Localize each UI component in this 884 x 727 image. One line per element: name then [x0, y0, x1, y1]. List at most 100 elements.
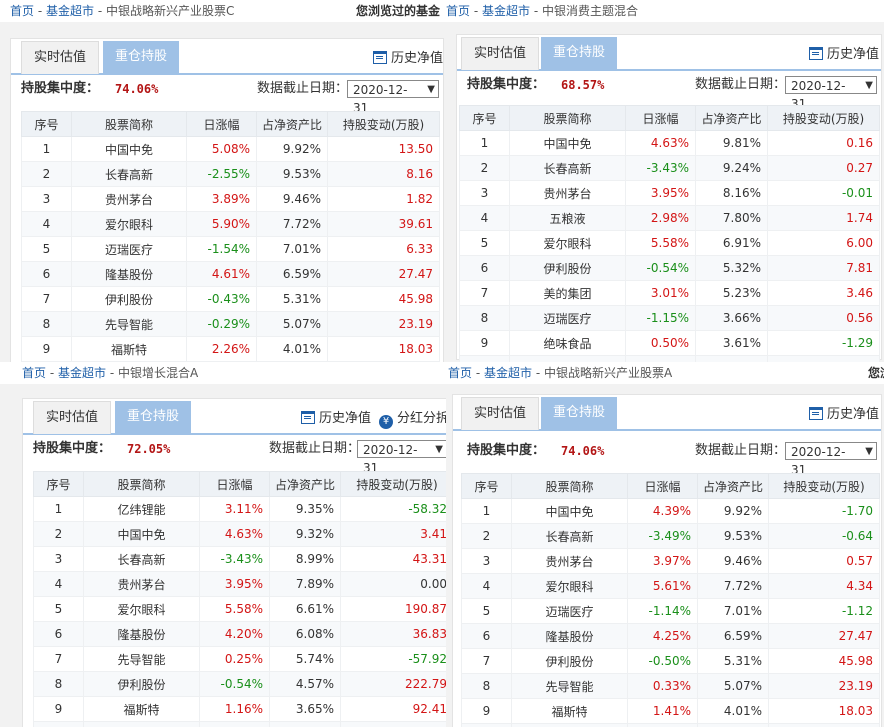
- stock-name-link[interactable]: 长春高新: [71, 161, 187, 187]
- date-select[interactable]: 2020-12-31 ▼: [785, 442, 877, 477]
- holding-change: 3.46: [767, 280, 880, 306]
- stock-name-link[interactable]: 伊利股份: [509, 255, 626, 281]
- stock-name-link[interactable]: 先导智能: [511, 673, 628, 699]
- stock-name-link[interactable]: 爱尔眼科: [83, 596, 200, 622]
- stock-name-link[interactable]: 隆基股份: [511, 623, 628, 649]
- stock-name-link[interactable]: 贵州茅台: [509, 180, 626, 206]
- calendar-icon: [809, 47, 823, 60]
- col-change-header: 持股变动(万股): [768, 473, 880, 499]
- tab-holdings[interactable]: 重仓持股: [115, 401, 192, 433]
- history-nav-link[interactable]: 历史净值: [809, 403, 879, 422]
- net-asset-ratio: 4.01%: [256, 336, 328, 362]
- holding-change: 27.47: [768, 623, 880, 649]
- history-nav-link[interactable]: 历史净值: [301, 407, 371, 426]
- table-row: 5 迈瑞医疗 -1.54% 7.01% 6.33: [21, 236, 440, 262]
- stock-name-link[interactable]: 福斯特: [71, 336, 187, 362]
- calendar-icon: [301, 411, 315, 424]
- row-no: 9: [459, 330, 510, 356]
- daily-change: -0.50%: [627, 648, 698, 674]
- row-no: 4: [21, 211, 72, 237]
- col-chg-header: 日涨幅: [186, 111, 257, 137]
- date-select[interactable]: 2020-12-31 ▼: [347, 80, 439, 115]
- table-header-row: 序号 股票简称 日涨幅 占净资产比 持股变动(万股): [459, 105, 880, 131]
- net-asset-ratio: 8.99%: [269, 546, 341, 572]
- stock-name-link[interactable]: 先导智能: [83, 646, 200, 672]
- table-row: 8 先导智能 -0.29% 5.07% 23.19: [21, 311, 440, 337]
- breadcrumb-home-link[interactable]: 首页: [446, 4, 470, 18]
- breadcrumb-market-link[interactable]: 基金超市: [58, 366, 106, 380]
- stock-name-link[interactable]: 绝味食品: [509, 330, 626, 356]
- table-row: 3 贵州茅台 3.95% 8.16% -0.01: [459, 180, 880, 206]
- stock-name-link[interactable]: 伊利股份: [83, 671, 200, 697]
- tab-realtime[interactable]: 实时估值: [21, 41, 100, 74]
- net-asset-ratio: 9.46%: [697, 548, 769, 574]
- stock-name-link[interactable]: 长春高新: [511, 523, 628, 549]
- tab-holdings[interactable]: 重仓持股: [103, 41, 180, 73]
- history-nav-link[interactable]: 历史净值: [809, 43, 879, 62]
- stock-name-link[interactable]: 美的集团: [509, 280, 626, 306]
- stock-name-link[interactable]: 福斯特: [511, 698, 628, 724]
- date-label: 数据截止日期：: [695, 77, 787, 92]
- breadcrumb-home-link[interactable]: 首页: [448, 366, 472, 380]
- stock-name-link[interactable]: 伊利股份: [71, 286, 187, 312]
- breadcrumb-separator: -: [94, 4, 106, 18]
- holding-change: 6.33: [327, 236, 440, 262]
- net-asset-ratio: 6.08%: [269, 621, 341, 647]
- row-no: 7: [21, 286, 72, 312]
- stock-name-link[interactable]: 先导智能: [71, 311, 187, 337]
- dividend-nav-link[interactable]: ¥ 分红分拆: [379, 407, 446, 429]
- col-no-header: 序号: [21, 111, 72, 137]
- breadcrumb-separator: -: [472, 366, 484, 380]
- tab-realtime[interactable]: 实时估值: [461, 37, 540, 70]
- stock-name-link[interactable]: 中国中免: [83, 521, 200, 547]
- tab-realtime[interactable]: 实时估值: [33, 401, 112, 434]
- stock-name-link[interactable]: 隆基股份: [71, 261, 187, 287]
- fund-panel-0: 首页 - 基金超市 - 中银战略新兴产业股票C 您浏览过的基金 实时估值 重仓持…: [0, 0, 446, 362]
- date-select[interactable]: 2020-12-31 ▼: [785, 76, 877, 111]
- stock-name-link[interactable]: 爱尔眼科: [71, 211, 187, 237]
- tab-realtime[interactable]: 实时估值: [461, 397, 540, 430]
- row-no: 2: [459, 155, 510, 181]
- holding-change: 0.57: [768, 548, 880, 574]
- stock-name-link[interactable]: 贵州茅台: [511, 548, 628, 574]
- row-no: 10: [33, 721, 84, 727]
- table-row: 4 贵州茅台 3.95% 7.89% 0.00: [33, 571, 446, 597]
- holding-change: 92.41: [340, 696, 446, 722]
- stock-name-link[interactable]: 贵州茅台: [83, 571, 200, 597]
- stock-name-link[interactable]: 贵州茅台: [71, 186, 187, 212]
- stock-name-link[interactable]: 迈瑞医疗: [71, 236, 187, 262]
- col-ratio-header: 占净资产比: [697, 473, 769, 499]
- stock-name-link[interactable]: 爱尔眼科: [511, 573, 628, 599]
- breadcrumb-market-link[interactable]: 基金超市: [482, 4, 530, 18]
- table-row: 8 先导智能 0.33% 5.07% 23.19: [461, 673, 880, 699]
- breadcrumb-market-link[interactable]: 基金超市: [46, 4, 94, 18]
- tab-holdings[interactable]: 重仓持股: [541, 37, 618, 69]
- date-select[interactable]: 2020-12-31 ▼: [357, 440, 446, 475]
- stock-name-link[interactable]: 长春高新: [509, 155, 626, 181]
- daily-change: 5.58%: [199, 596, 270, 622]
- stock-name-link[interactable]: 伊利股份: [511, 648, 628, 674]
- breadcrumb-home-link[interactable]: 首页: [22, 366, 46, 380]
- tab-holdings[interactable]: 重仓持股: [541, 397, 618, 429]
- stock-name-link[interactable]: 亿纬锂能: [83, 496, 200, 522]
- stock-name-link[interactable]: 中国中免: [511, 498, 628, 524]
- breadcrumb-market-link[interactable]: 基金超市: [484, 366, 532, 380]
- stock-name-link[interactable]: 中国中免: [509, 130, 626, 156]
- breadcrumb-separator: -: [46, 366, 58, 380]
- daily-change: 5.58%: [625, 230, 696, 256]
- row-no: 3: [33, 546, 84, 572]
- stock-name-link[interactable]: 隆基股份: [83, 621, 200, 647]
- stock-name-link[interactable]: 中国中免: [71, 136, 187, 162]
- stock-name-link[interactable]: 迈瑞医疗: [509, 305, 626, 331]
- stock-name-link[interactable]: 健帆生物: [511, 723, 628, 727]
- history-nav-link[interactable]: 历史净值: [373, 47, 443, 66]
- stock-name-link[interactable]: 迈瑞医疗: [511, 598, 628, 624]
- tab-bar: 实时估值 重仓持股 历史净值 ¥ 分红分拆: [23, 399, 446, 435]
- stock-name-link[interactable]: 五粮液: [509, 205, 626, 231]
- stock-name-link[interactable]: 福斯特: [83, 696, 200, 722]
- date-label: 数据截止日期：: [695, 443, 787, 458]
- stock-name-link[interactable]: 爱尔眼科: [509, 230, 626, 256]
- stock-name-link[interactable]: 迈瑞医疗: [83, 721, 200, 727]
- stock-name-link[interactable]: 长春高新: [83, 546, 200, 572]
- breadcrumb-home-link[interactable]: 首页: [10, 4, 34, 18]
